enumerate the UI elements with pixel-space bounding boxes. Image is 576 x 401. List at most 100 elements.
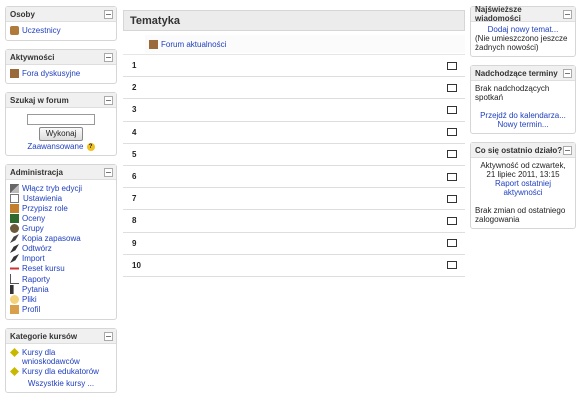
search-input[interactable] — [27, 114, 95, 125]
admin-item-reports[interactable]: Raporty — [10, 274, 112, 284]
admin-item-restore[interactable]: Odtwórz — [10, 244, 112, 253]
import-icon — [10, 254, 19, 263]
admin-item-label[interactable]: Odtwórz — [22, 244, 52, 253]
admin-item-label[interactable]: Kopia zapasowa — [22, 234, 81, 243]
participants-link[interactable]: Uczestnicy — [22, 26, 61, 35]
admin-item-label[interactable]: Pytania — [22, 285, 49, 294]
collapse-icon[interactable] — [563, 68, 572, 78]
groups-icon — [10, 224, 19, 233]
admin-item-settings[interactable]: Ustawienia — [10, 194, 112, 203]
category-icon — [10, 367, 19, 376]
admin-item-label[interactable]: Przypisz role — [22, 204, 68, 213]
topic-section: 1 — [123, 55, 465, 78]
admin-item-files[interactable]: Pliki — [10, 295, 112, 304]
show-only-section-icon[interactable] — [447, 261, 457, 270]
show-only-section-icon[interactable] — [447, 216, 457, 225]
admin-item-label[interactable]: Import — [22, 254, 45, 263]
topic-section: 4 — [123, 121, 465, 144]
show-only-section-icon[interactable] — [447, 239, 457, 248]
settings-icon — [10, 194, 19, 203]
admin-item-edit[interactable]: Włącz tryb edycji — [10, 184, 112, 193]
admin-item-label[interactable]: Profil — [22, 305, 40, 314]
calendar-link[interactable]: Przejdź do kalendarza... — [480, 111, 566, 120]
section-body — [152, 121, 447, 143]
admin-item-reset[interactable]: Reset kursu — [10, 264, 112, 273]
edit-icon — [10, 184, 19, 193]
section-number: 1 — [132, 61, 137, 71]
admin-item-label[interactable]: Reset kursu — [22, 264, 65, 273]
block-course-categories: Kategorie kursów Kursy dla wnioskodawców… — [5, 328, 117, 393]
collapse-icon[interactable] — [104, 9, 113, 19]
show-only-section-icon[interactable] — [447, 150, 457, 159]
category-item[interactable]: Kursy dla wnioskodawców — [10, 348, 112, 366]
forums-link[interactable]: Fora dyskusyjne — [22, 69, 80, 78]
activity-since-text: Aktywność od czwartek, 21 lipiec 2011, 1… — [480, 161, 566, 179]
topic-section: 6 — [123, 165, 465, 189]
section-0: Forum aktualności — [123, 34, 465, 55]
block-header: Najświeższe wiadomości — [471, 5, 575, 23]
no-changes-text: Brak zmian od ostatniego zalogowania — [475, 206, 566, 224]
admin-item-profile[interactable]: Profil — [10, 305, 112, 314]
all-courses-link[interactable]: Wszystkie kursy ... — [28, 379, 94, 388]
admin-item-label[interactable]: Raporty — [22, 275, 50, 284]
collapse-icon[interactable] — [104, 95, 113, 105]
block-recent-activity: Co się ostatnio działo? Aktywność od czw… — [470, 142, 576, 229]
show-only-section-icon[interactable] — [447, 128, 457, 137]
activity-report-link[interactable]: Raport ostatniej aktywności — [495, 179, 551, 197]
sections-list: 1 2 3 4 5 6 7 8 9 10 — [123, 55, 465, 277]
admin-item-questions[interactable]: Pytania — [10, 285, 112, 294]
section-body — [152, 232, 447, 254]
topic-section: 5 — [123, 143, 465, 166]
block-activities: Aktywności Fora dyskusyjne — [5, 49, 117, 84]
show-only-section-icon[interactable] — [447, 105, 457, 114]
section-body — [152, 55, 447, 77]
no-events-text: Brak nadchodzących spotkań — [475, 84, 550, 102]
admin-item-label[interactable]: Grupy — [22, 224, 44, 233]
show-only-section-icon[interactable] — [447, 194, 457, 203]
show-only-section-icon[interactable] — [447, 61, 457, 70]
activities-forums-link[interactable]: Fora dyskusyjne — [10, 69, 112, 78]
show-only-section-icon[interactable] — [447, 83, 457, 92]
block-header: Nadchodzące terminy — [471, 66, 575, 81]
right-column: Najświeższe wiadomości Dodaj nowy temat.… — [470, 5, 576, 237]
admin-item-groups[interactable]: Grupy — [10, 224, 112, 233]
admin-item-label[interactable]: Włącz tryb edycji — [22, 184, 82, 193]
topic-section: 8 — [123, 210, 465, 233]
admin-item-grades[interactable]: Oceny — [10, 214, 112, 223]
collapse-icon[interactable] — [104, 52, 113, 62]
block-header: Co się ostatnio działo? — [471, 143, 575, 158]
admin-item-label[interactable]: Pliki — [22, 295, 37, 304]
category-link[interactable]: Kursy dla wnioskodawców — [22, 348, 112, 366]
admin-item-import[interactable]: Import — [10, 254, 112, 263]
collapse-icon[interactable] — [563, 9, 572, 19]
section-body — [152, 77, 447, 99]
category-link[interactable]: Kursy dla edukatorów — [22, 367, 99, 376]
admin-item-label[interactable]: Ustawienia — [23, 194, 62, 203]
section-number: 2 — [132, 83, 137, 93]
section-number: 9 — [132, 238, 137, 248]
profile-icon — [10, 305, 19, 314]
collapse-icon[interactable] — [563, 145, 572, 155]
search-button[interactable]: Wykonaj — [39, 127, 83, 141]
new-event-link[interactable]: Nowy termin... — [497, 120, 548, 129]
admin-item-label[interactable]: Oceny — [22, 214, 45, 223]
category-item[interactable]: Kursy dla edukatorów — [10, 367, 112, 376]
people-participants-link[interactable]: Uczestnicy — [10, 26, 112, 35]
block-header: Szukaj w forum — [6, 93, 116, 108]
section-body — [152, 254, 447, 276]
collapse-icon[interactable] — [104, 331, 113, 341]
help-icon[interactable]: ? — [86, 142, 95, 151]
collapse-icon[interactable] — [104, 167, 113, 177]
block-title: Najświeższe wiadomości — [475, 5, 522, 23]
news-forum-link[interactable]: Forum aktualności — [161, 40, 226, 49]
show-only-section-icon[interactable] — [447, 172, 457, 181]
add-topic-link[interactable]: Dodaj nowy temat... — [488, 25, 559, 34]
admin-item-roles[interactable]: Przypisz role — [10, 204, 112, 213]
advanced-search-link[interactable]: Zaawansowane — [27, 142, 83, 151]
section-body — [152, 143, 447, 165]
questions-icon — [10, 285, 14, 294]
section-number: 4 — [132, 127, 137, 137]
section-body — [152, 188, 447, 210]
topic-section: 7 — [123, 188, 465, 211]
admin-item-backup[interactable]: Kopia zapasowa — [10, 234, 112, 243]
